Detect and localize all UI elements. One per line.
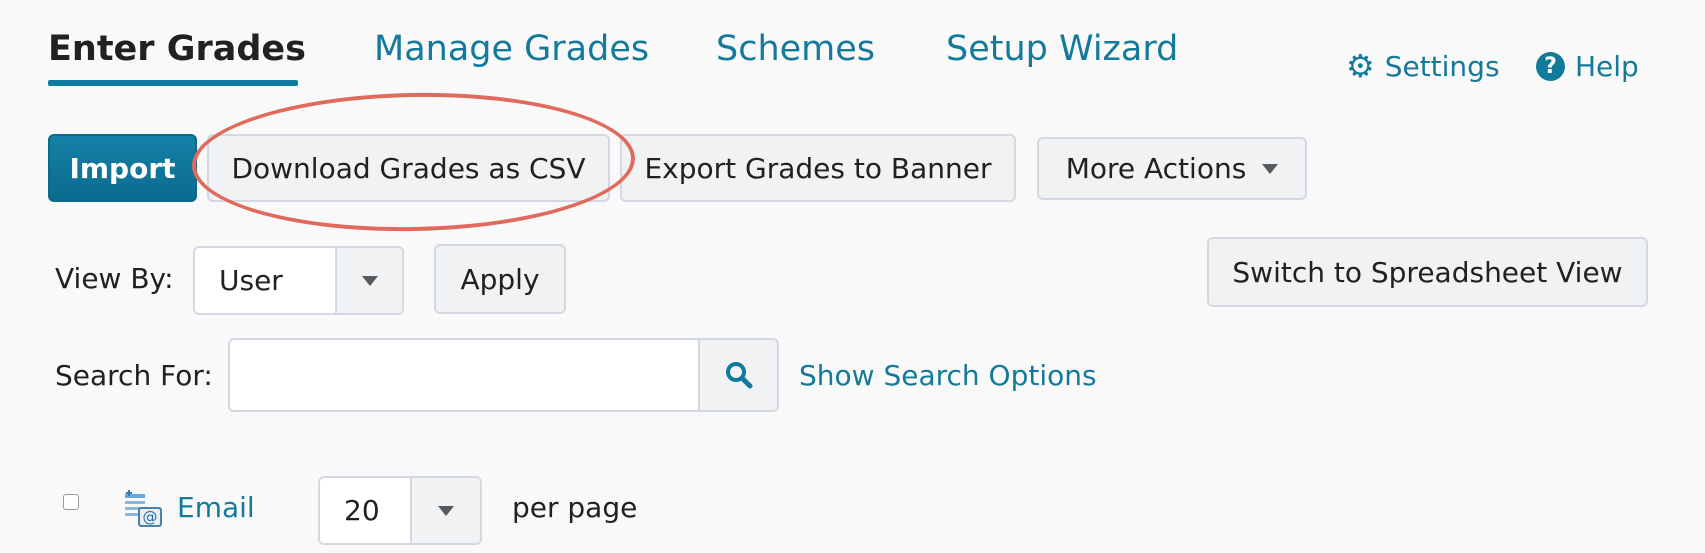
more-actions-button[interactable]: More Actions <box>1037 137 1307 200</box>
tab-setup-wizard[interactable]: Setup Wizard <box>946 26 1178 72</box>
tab-schemes[interactable]: Schemes <box>716 26 875 72</box>
export-grades-banner-button[interactable]: Export Grades to Banner <box>620 134 1016 202</box>
svg-text:@: @ <box>143 508 158 526</box>
show-search-options-link[interactable]: Show Search Options <box>799 359 1097 392</box>
per-page-label: per page <box>512 491 638 524</box>
view-by-dropdown-toggle[interactable] <box>335 248 402 313</box>
download-grades-csv-button[interactable]: Download Grades as CSV <box>207 134 610 202</box>
search-for-label: Search For: <box>55 359 213 392</box>
view-by-value: User <box>219 264 283 297</box>
per-page-dropdown-toggle[interactable] <box>410 478 480 543</box>
search-icon <box>725 362 752 389</box>
apply-button[interactable]: Apply <box>434 244 566 314</box>
tab-manage-grades[interactable]: Manage Grades <box>374 26 649 72</box>
chevron-down-icon <box>438 505 454 516</box>
email-icon: @ <box>125 490 162 527</box>
settings-link[interactable]: ⚙ Settings <box>1346 46 1500 86</box>
help-icon: ? <box>1536 51 1565 81</box>
tab-enter-grades[interactable]: Enter Grades <box>48 26 306 72</box>
email-link[interactable]: Email <box>177 491 255 524</box>
per-page-value: 20 <box>344 494 380 527</box>
more-actions-label: More Actions <box>1065 152 1247 185</box>
select-all-checkbox[interactable] <box>63 494 79 510</box>
search-input[interactable] <box>228 338 700 412</box>
chevron-down-icon <box>1262 163 1279 174</box>
view-by-label: View By: <box>55 262 174 295</box>
help-link[interactable]: ? Help <box>1536 46 1639 86</box>
gear-icon: ⚙ <box>1346 47 1375 85</box>
active-tab-indicator <box>48 80 298 86</box>
settings-label: Settings <box>1384 49 1500 83</box>
help-label: Help <box>1575 49 1639 83</box>
switch-spreadsheet-view-button[interactable]: Switch to Spreadsheet View <box>1207 237 1648 307</box>
per-page-select[interactable]: 20 <box>318 476 482 545</box>
search-button[interactable] <box>698 338 779 412</box>
view-by-select[interactable]: User <box>193 246 404 315</box>
chevron-down-icon <box>361 275 378 286</box>
import-button[interactable]: Import <box>48 134 197 202</box>
